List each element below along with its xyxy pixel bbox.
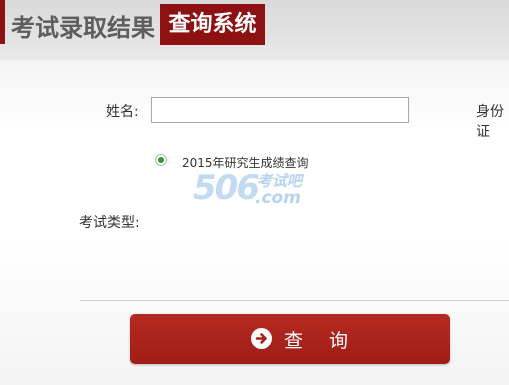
watermark-number: 506 <box>193 168 260 208</box>
id-number-label: 身份证 <box>476 104 504 140</box>
title-tag: 查询系统 <box>160 4 265 45</box>
exam-type-label: 考试类型: <box>79 215 140 231</box>
divider <box>80 300 509 301</box>
watermark-logo: 506 考试吧 .com <box>193 168 318 213</box>
watermark-domain: .com <box>255 188 301 208</box>
header-bar: 考试录取结果 查询系统 <box>0 0 509 60</box>
arrow-right-circle-icon <box>251 328 272 349</box>
page-title: 考试录取结果 <box>11 14 155 42</box>
exam-radio-button[interactable] <box>155 154 167 166</box>
query-button-label: 查 询 <box>284 330 359 352</box>
name-input[interactable] <box>151 97 409 123</box>
query-button[interactable]: 查 询 <box>130 314 450 364</box>
name-label: 姓名: <box>106 104 139 120</box>
header-accent <box>0 0 5 44</box>
page: 考试录取结果 查询系统 姓名: 身份证 2015年研究生成绩查询 506 考试吧… <box>0 0 509 385</box>
